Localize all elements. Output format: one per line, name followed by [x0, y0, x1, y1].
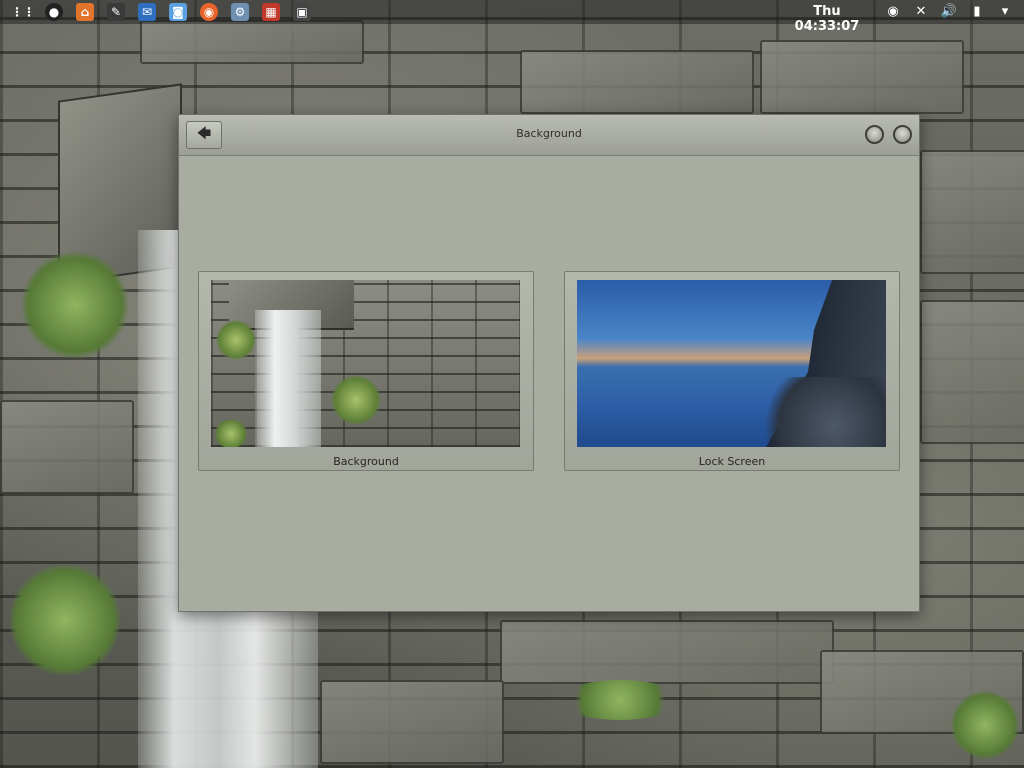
- battery-icon[interactable]: ▮: [968, 2, 986, 20]
- minimize-button[interactable]: [865, 125, 884, 144]
- fern-plant: [950, 690, 1020, 760]
- wall-stone: [320, 680, 504, 764]
- lock-screen-tile[interactable]: Lock Screen: [564, 271, 900, 471]
- menu-chevron-icon[interactable]: ▾: [996, 2, 1014, 20]
- top-panel: ⋮⋮ ● ⌂ ✎ ✉ ◙ ◉ ⚙ ▦ ▣ Thu 04:33:07 ◉ ✕ 🔊 …: [0, 0, 1024, 34]
- lock-screen-thumbnail: [577, 280, 886, 447]
- app-circle-icon[interactable]: ●: [45, 3, 63, 21]
- background-tile-label: Background: [333, 455, 399, 468]
- apps-grid-icon[interactable]: ⋮⋮: [11, 3, 35, 21]
- thumbnail-plant: [213, 420, 249, 447]
- fern-plant: [560, 680, 680, 720]
- background-tile[interactable]: Background: [198, 271, 534, 471]
- wall-stone: [140, 20, 364, 64]
- volume-icon[interactable]: 🔊: [940, 2, 958, 20]
- system-tray: ◉ ✕ 🔊 ▮ ▾: [874, 2, 1014, 20]
- thumbnail-waterfall: [255, 310, 321, 447]
- thumbnail-plant: [216, 320, 256, 360]
- app-frame-icon[interactable]: ▣: [293, 3, 311, 21]
- wall-stone: [920, 150, 1024, 274]
- background-thumbnail: [211, 280, 520, 447]
- status-indicator-icon[interactable]: ◉: [884, 2, 902, 20]
- network-icon[interactable]: ✕: [912, 2, 930, 20]
- fern-plant: [10, 560, 120, 680]
- window-titlebar[interactable]: 🡄 Background: [179, 115, 919, 156]
- window-title: Background: [516, 127, 582, 140]
- maximize-button[interactable]: [893, 125, 912, 144]
- launcher: ⋮⋮ ● ⌂ ✎ ✉ ◙ ◉ ⚙ ▦ ▣: [0, 3, 320, 21]
- home-folder-icon[interactable]: ⌂: [76, 3, 94, 21]
- app-mail-icon[interactable]: ✉: [138, 3, 156, 21]
- wall-stone: [0, 400, 134, 494]
- wall-stone: [920, 300, 1024, 444]
- app-puzzle-icon[interactable]: ✎: [107, 3, 125, 21]
- wall-stone: [760, 40, 964, 114]
- app-gear-icon[interactable]: ⚙: [231, 3, 249, 21]
- app-photo-icon[interactable]: ◙: [169, 3, 187, 21]
- lock-screen-tile-label: Lock Screen: [698, 455, 766, 468]
- app-chart-icon[interactable]: ▦: [262, 3, 280, 21]
- firefox-icon[interactable]: ◉: [200, 3, 218, 21]
- background-settings-window: 🡄 Background Background Lock Screen: [178, 114, 920, 612]
- thumbnail-pebbles: [756, 377, 886, 447]
- panel-clock[interactable]: Thu 04:33:07: [782, 4, 872, 34]
- wall-stone: [520, 50, 754, 114]
- fern-plant: [20, 250, 130, 360]
- thumbnail-plant: [331, 375, 381, 425]
- wall-stone: [500, 620, 834, 684]
